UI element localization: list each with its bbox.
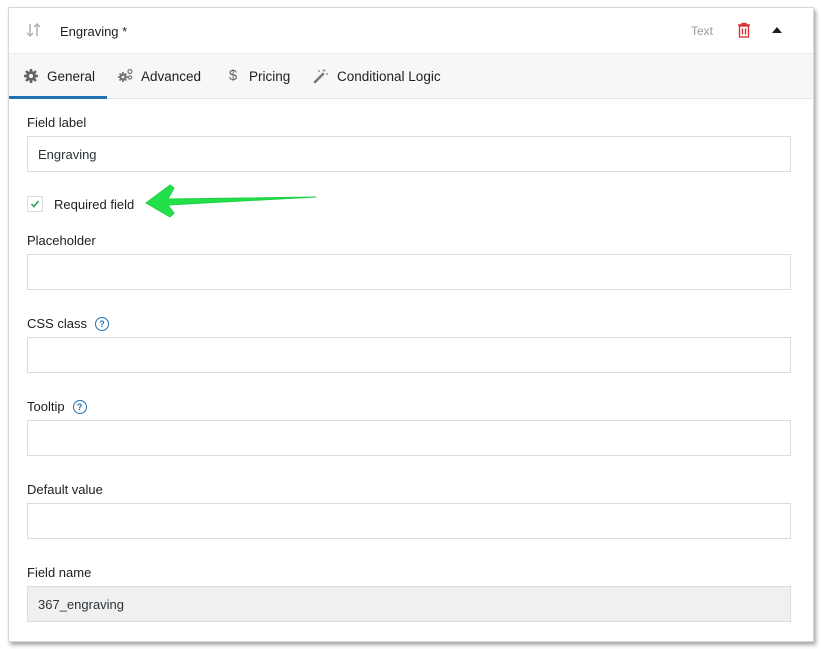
placeholder-label: Placeholder — [27, 233, 96, 248]
gear-icon — [24, 69, 38, 83]
help-icon[interactable]: ? — [94, 316, 109, 331]
annotation-arrow-icon — [145, 184, 317, 218]
required-field-label[interactable]: Required field — [54, 197, 134, 212]
css-class-input[interactable] — [27, 337, 791, 373]
field-label-input[interactable]: Engraving — [27, 136, 791, 172]
field-title: Engraving * — [60, 24, 128, 39]
caret-up-icon[interactable] — [772, 27, 782, 33]
help-icon[interactable]: ? — [72, 399, 87, 414]
default-value-label: Default value — [27, 482, 103, 497]
tab-bar: General Advanced $ Pricing Conditional L… — [8, 54, 813, 99]
field-editor-panel: Engraving * Text General Advanced $ Pric… — [8, 7, 814, 642]
tab-general[interactable]: General — [8, 54, 108, 99]
required-field-checkbox[interactable] — [27, 196, 43, 212]
tab-advanced-label: Advanced — [141, 68, 202, 84]
tab-pricing-label: Pricing — [249, 68, 291, 84]
field-label-label: Field label — [27, 115, 87, 130]
magic-wand-icon — [313, 69, 328, 84]
tab-conditional-logic[interactable]: Conditional Logic — [313, 54, 441, 98]
gears-icon — [118, 68, 133, 82]
checkmark-icon — [30, 200, 40, 208]
field-header: Engraving * Text — [9, 8, 813, 54]
dollar-icon: $ — [228, 67, 238, 84]
tab-pricing[interactable]: $ Pricing — [225, 54, 290, 98]
tooltip-label: Tooltip ? — [27, 399, 87, 414]
default-value-input[interactable] — [27, 503, 791, 539]
sort-arrows-icon[interactable] — [25, 21, 43, 39]
field-name-input[interactable]: 367_engraving — [27, 586, 791, 622]
tab-conditional-logic-label: Conditional Logic — [337, 68, 441, 84]
tooltip-label-text: Tooltip — [27, 399, 65, 414]
tab-advanced[interactable]: Advanced — [117, 54, 201, 98]
tab-general-label: General — [47, 68, 96, 84]
css-class-label: CSS class ? — [27, 316, 109, 331]
trash-icon[interactable] — [737, 22, 751, 38]
tooltip-input[interactable] — [27, 420, 791, 456]
field-name-label: Field name — [27, 565, 92, 580]
placeholder-input[interactable] — [27, 254, 791, 290]
field-type-label: Text — [691, 24, 714, 38]
css-class-label-text: CSS class — [27, 316, 87, 331]
